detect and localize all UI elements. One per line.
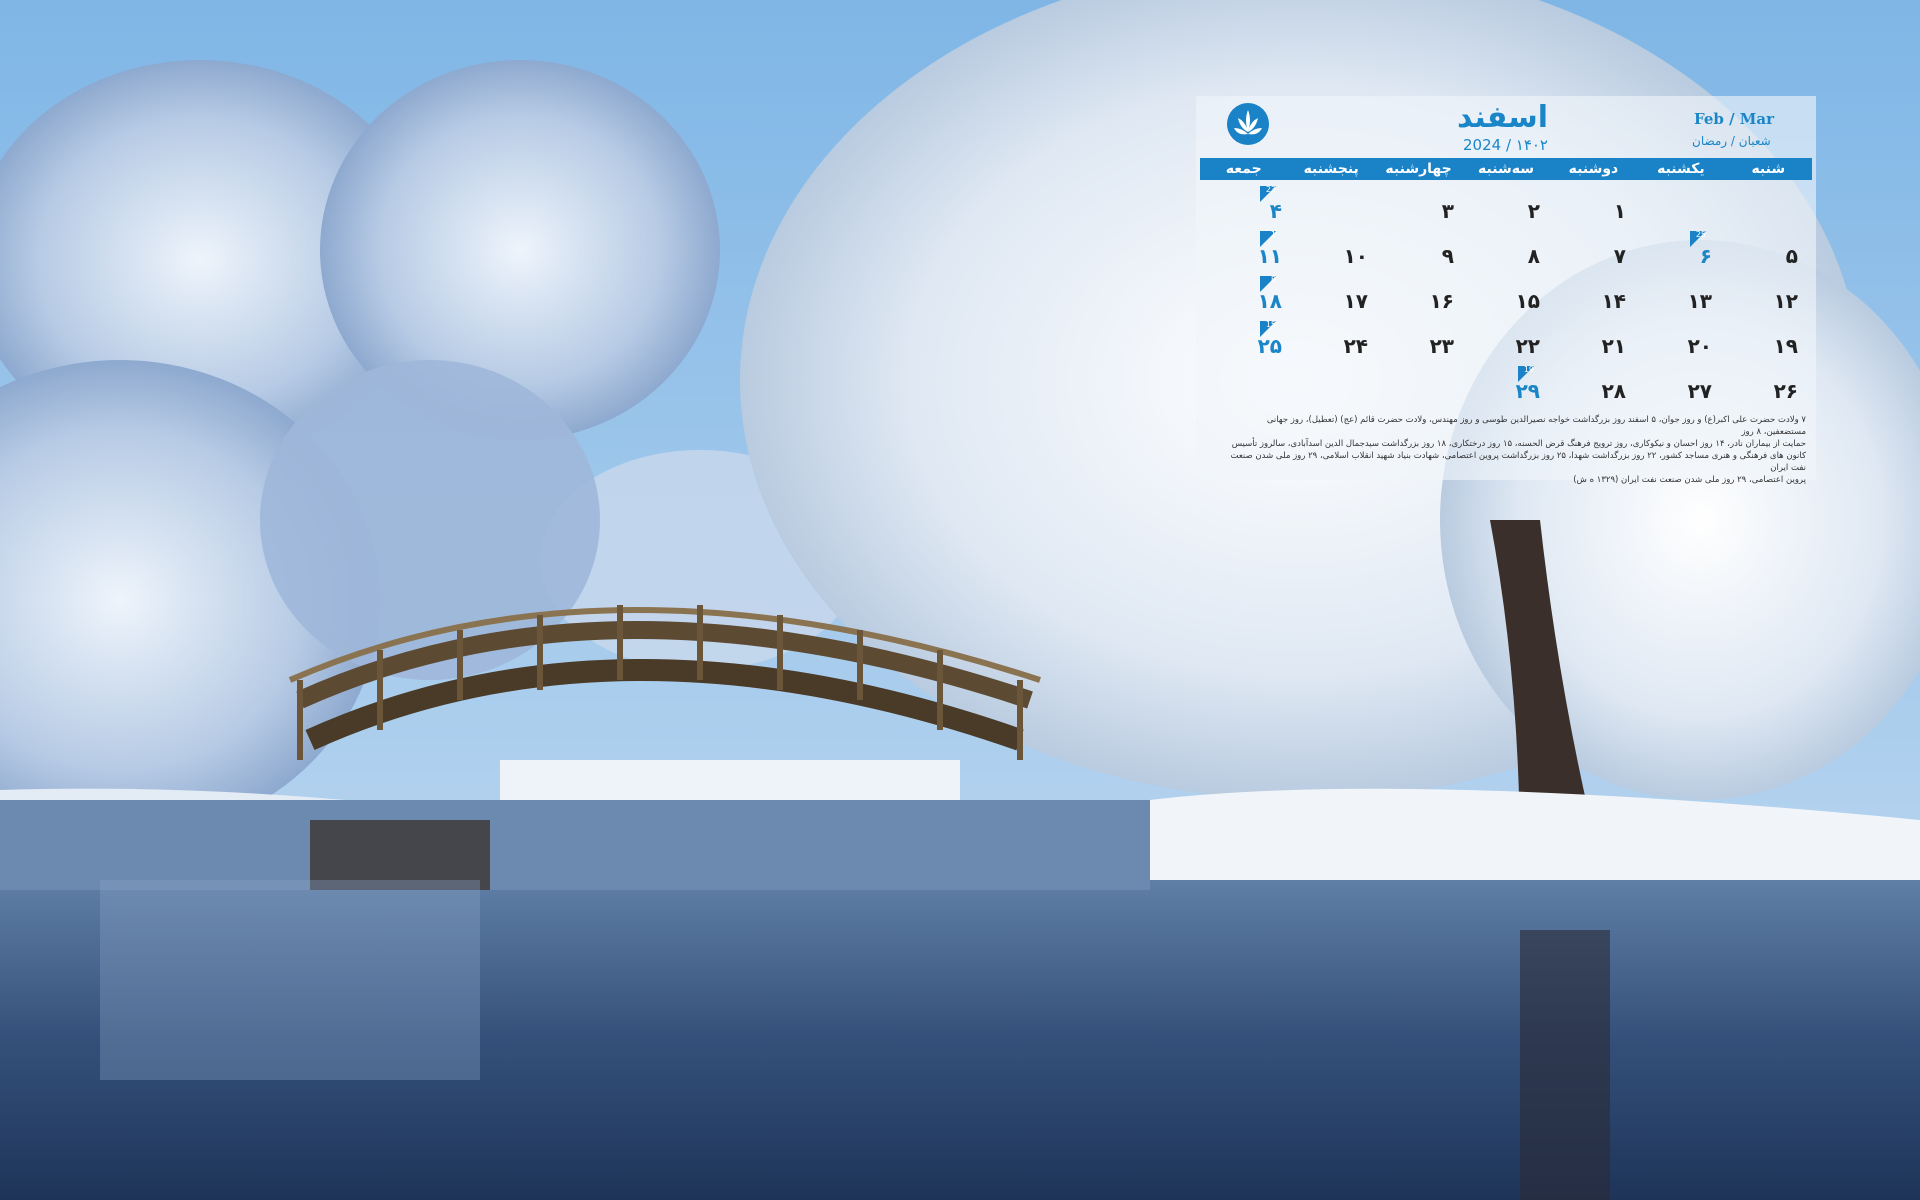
day-number: ۶ xyxy=(1699,244,1712,268)
holiday-flag-number: 19 xyxy=(1523,365,1534,374)
day-cell: ۷ xyxy=(1550,229,1634,274)
weekday-label: شنبه xyxy=(1751,161,1786,177)
day-number: ۲۳ xyxy=(1429,334,1454,358)
day-number: ۷ xyxy=(1613,244,1626,268)
gregorian-months: Feb / Mar xyxy=(1694,110,1775,128)
day-cell: ۱۵ xyxy=(1464,274,1548,319)
events-line: حمایت از بیماران نادر، ۱۴ روز احسان و نی… xyxy=(1231,439,1806,449)
day-number: ۲۱ xyxy=(1601,334,1626,358)
day-number: ۱۱ xyxy=(1257,244,1282,268)
day-number: ۲۷ xyxy=(1687,379,1712,403)
day-cell: ۲۲ xyxy=(1464,319,1548,364)
day-cell: ۲۸ xyxy=(1550,364,1634,409)
day-cell: ۱۶ xyxy=(1378,274,1462,319)
day-cell: ۳ xyxy=(1378,184,1462,229)
day-number: ۱۳ xyxy=(1687,289,1712,313)
day-number: ۱۶ xyxy=(1429,289,1454,313)
day-cell xyxy=(1378,364,1462,409)
day-number: ۲۶ xyxy=(1773,379,1798,403)
day-cell: ۵ xyxy=(1722,229,1806,274)
holiday-flag-number: 25 xyxy=(1695,230,1706,239)
day-cell: ۲۶ xyxy=(1722,364,1806,409)
holiday-flag-number: 8 xyxy=(1270,275,1276,284)
day-number: ۲۸ xyxy=(1601,379,1626,403)
day-number: ۲۹ xyxy=(1515,379,1540,403)
day-cell: 1 ۱۱ xyxy=(1206,229,1290,274)
weekday-header: شنبه یکشنبه دوشنبه سه‌شنبه چهارشنبه پنجش… xyxy=(1200,158,1812,180)
day-cell: ۱۰ xyxy=(1292,229,1376,274)
day-number: ۸ xyxy=(1527,244,1540,268)
calendar-grid: ۱ ۲ ۳ 23 ۴ ۵ 25 ۶ ۷ ۸ ۹ ۱۰ 1 ۱۱ ۱۲ ۱۳ ۱۴ ۱۵ ۱۶ ۱۷ 8 ۱۸ ۱۹ ۲۰ ۲۱ ۲… xyxy=(1206,184,1806,410)
day-cell: ۱۹ xyxy=(1722,319,1806,364)
weekday-label: چهارشنبه xyxy=(1385,161,1452,177)
day-cell: ۲۱ xyxy=(1550,319,1634,364)
weekday-label: جمعه xyxy=(1225,161,1262,177)
day-cell: ۲۰ xyxy=(1636,319,1720,364)
weekday-label: یکشنبه xyxy=(1657,161,1705,177)
holiday-flag-number: 23 xyxy=(1265,185,1276,194)
year-label: ۱۴۰۲ / 2024 xyxy=(1462,136,1548,154)
day-cell: 8 ۱۸ xyxy=(1206,274,1290,319)
day-cell: ۱۲ xyxy=(1722,274,1806,319)
events-line: کانون های فرهنگی و هنری مساجد کشور، ۲۲ ر… xyxy=(1230,451,1806,473)
day-cell: ۱ xyxy=(1550,184,1634,229)
day-number: ۲۰ xyxy=(1687,334,1712,358)
day-cell: ۲ xyxy=(1464,184,1548,229)
day-cell xyxy=(1206,364,1290,409)
month-title: اسفند xyxy=(1457,100,1548,135)
day-cell: 23 ۴ xyxy=(1206,184,1290,229)
day-number: ۱۰ xyxy=(1343,244,1368,268)
day-number: ۲۴ xyxy=(1343,334,1368,358)
day-cell: ۱۴ xyxy=(1550,274,1634,319)
day-cell: ۹ xyxy=(1378,229,1462,274)
day-cell xyxy=(1722,184,1806,229)
day-number: ۱۵ xyxy=(1515,289,1540,313)
lotus-logo-icon xyxy=(1227,103,1269,145)
events-line: ۷ ولادت حضرت علی اکبر(ع) و روز جوان، ۵ ا… xyxy=(1266,415,1806,437)
day-cell xyxy=(1292,184,1376,229)
day-number: ۳ xyxy=(1441,199,1454,223)
day-number: ۱۲ xyxy=(1773,289,1798,313)
day-number: ۴ xyxy=(1269,199,1282,223)
day-cell: 25 ۶ xyxy=(1636,229,1720,274)
weekday-label: دوشنبه xyxy=(1568,161,1619,177)
day-number: ۱۷ xyxy=(1343,289,1368,313)
day-number: ۲ xyxy=(1527,199,1540,223)
day-cell: ۲۳ xyxy=(1378,319,1462,364)
calendar-panel: اسفند ۱۴۰۲ / 2024 Feb / Mar شعبان / رمضا… xyxy=(1196,96,1816,485)
day-number: ۵ xyxy=(1785,244,1798,268)
holiday-flag-number: 15 xyxy=(1265,320,1276,329)
day-number: ۲۲ xyxy=(1515,334,1540,358)
hijri-months: شعبان / رمضان xyxy=(1692,134,1771,148)
day-cell: ۱۷ xyxy=(1292,274,1376,319)
events-list: ۷ ولادت حضرت علی اکبر(ع) و روز جوان، ۵ ا… xyxy=(1226,414,1806,486)
weekday-label: پنجشنبه xyxy=(1303,161,1359,177)
day-number: ۱ xyxy=(1613,199,1626,223)
events-line: پروین اعتصامی، ۲۹ روز ملی شدن صنعت نفت ا… xyxy=(1573,475,1806,485)
day-cell xyxy=(1292,364,1376,409)
weekday-label: سه‌شنبه xyxy=(1478,161,1534,177)
day-cell xyxy=(1636,184,1720,229)
day-cell: ۲۴ xyxy=(1292,319,1376,364)
day-cell: ۱۳ xyxy=(1636,274,1720,319)
day-number: ۱۸ xyxy=(1257,289,1282,313)
day-number: ۲۵ xyxy=(1257,334,1282,358)
day-cell: 19 ۲۹ xyxy=(1464,364,1548,409)
day-number: ۱۴ xyxy=(1601,289,1626,313)
day-number: ۱۹ xyxy=(1773,334,1798,358)
day-cell: ۲۷ xyxy=(1636,364,1720,409)
day-number: ۹ xyxy=(1441,244,1454,268)
holiday-flag-number: 1 xyxy=(1270,230,1276,239)
day-cell: ۸ xyxy=(1464,229,1548,274)
day-cell: 15 ۲۵ xyxy=(1206,319,1290,364)
